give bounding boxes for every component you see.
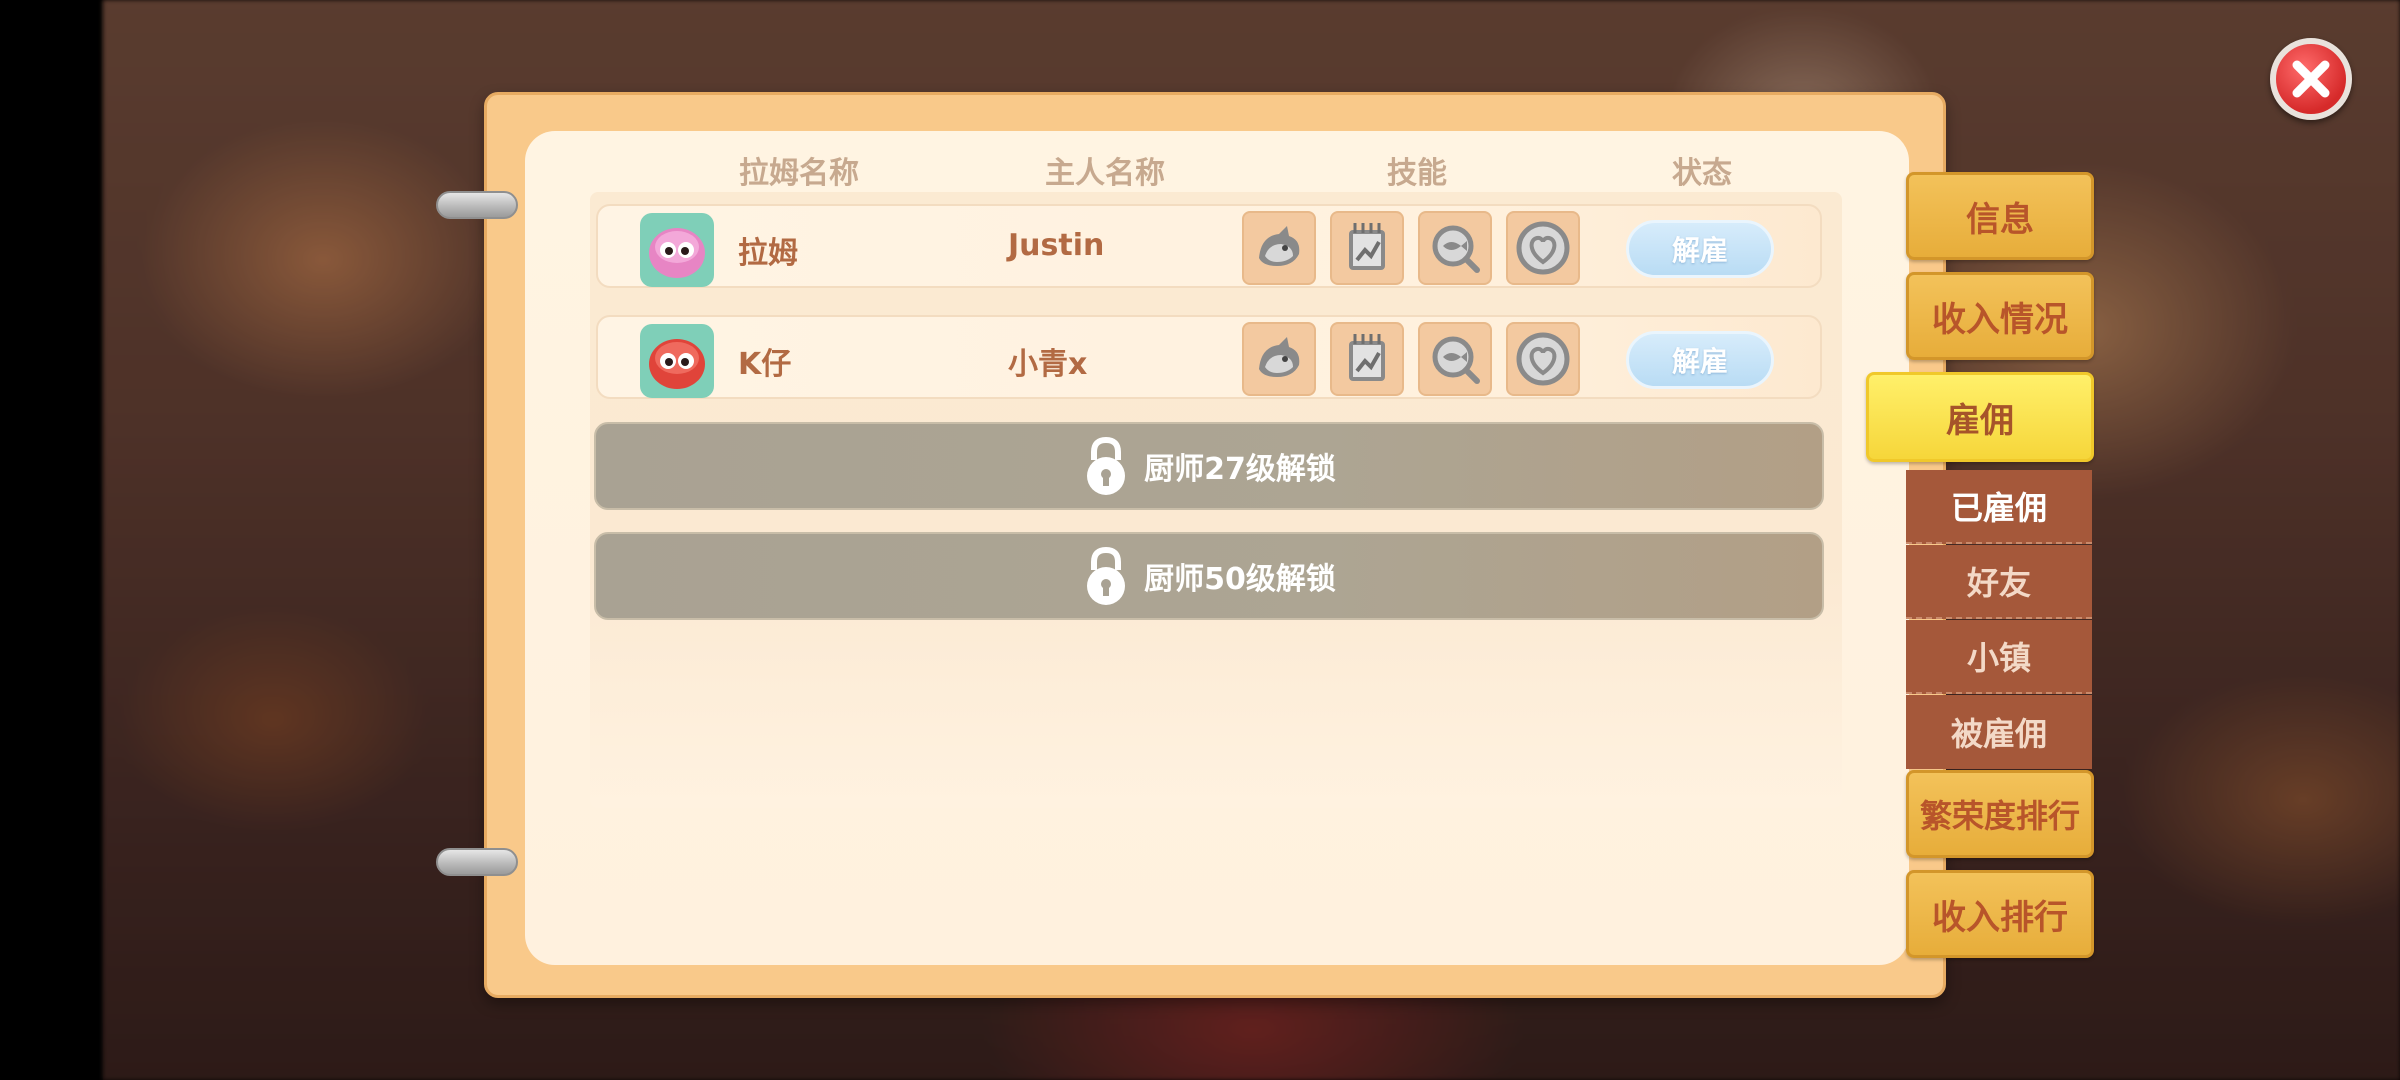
- tab-prosperity-ranking[interactable]: 繁荣度排行: [1906, 770, 2094, 858]
- owner-name: Justin: [1008, 228, 1105, 263]
- fire-button[interactable]: 解雇: [1626, 220, 1774, 278]
- skill-slot[interactable]: [1330, 211, 1404, 285]
- subtab-hired[interactable]: 已雇佣: [1906, 470, 2092, 544]
- header-skills: 技能: [1387, 156, 1447, 191]
- binder-ring-top: [436, 191, 518, 219]
- wolf-skill-icon: [1259, 226, 1300, 266]
- hired-pet-row: 拉姆 Justin 解雇: [596, 204, 1822, 288]
- fire-button[interactable]: 解雇: [1626, 331, 1774, 389]
- skill-slot[interactable]: [1242, 211, 1316, 285]
- subtab-friends[interactable]: 好友: [1906, 545, 2092, 619]
- heart-skill-icon: [1516, 221, 1570, 275]
- hired-pet-row: K仔 小青x 解雇: [596, 315, 1822, 399]
- header-owner-name: 主人名称: [1045, 156, 1165, 191]
- owner-name: 小青x: [1008, 347, 1088, 382]
- skill-slot[interactable]: [1242, 322, 1316, 396]
- lock-icon: [1087, 436, 1126, 495]
- pink-lamu-icon: [649, 228, 705, 278]
- wolf-skill-icon: [1259, 337, 1300, 377]
- binder-ring-bottom: [436, 848, 518, 876]
- pet-avatar[interactable]: [640, 213, 714, 287]
- skill-slot[interactable]: [1418, 211, 1492, 285]
- pet-name: K仔: [738, 347, 792, 382]
- fish-magnifier-skill-icon: [1432, 225, 1480, 273]
- header-pet-name: 拉姆名称: [739, 156, 859, 191]
- heart-skill-icon: [1516, 332, 1570, 386]
- tab-income[interactable]: 收入情况: [1906, 272, 2094, 360]
- locked-slot[interactable]: 厨师50级解锁: [594, 532, 1824, 620]
- subtab-being-hired[interactable]: 被雇佣: [1906, 695, 2092, 769]
- lock-icon: [1087, 546, 1126, 605]
- locked-slot[interactable]: 厨师27级解锁: [594, 422, 1824, 510]
- red-lamu-icon: [649, 339, 705, 389]
- locked-slot-label: 厨师27级解锁: [1144, 452, 1336, 487]
- skill-slot[interactable]: [1506, 211, 1580, 285]
- header-status: 状态: [1672, 156, 1732, 191]
- chart-notebook-skill-icon: [1349, 334, 1385, 381]
- locked-slot-label: 厨师50级解锁: [1144, 562, 1336, 597]
- subtab-town[interactable]: 小镇: [1906, 620, 2092, 694]
- tab-info[interactable]: 信息: [1906, 172, 2094, 260]
- chart-notebook-skill-icon: [1349, 223, 1385, 270]
- skill-slot[interactable]: [1506, 322, 1580, 396]
- pet-name: 拉姆: [738, 236, 798, 271]
- fish-magnifier-skill-icon: [1432, 336, 1480, 384]
- skill-slot[interactable]: [1418, 322, 1492, 396]
- tab-income-ranking[interactable]: 收入排行: [1906, 870, 2094, 958]
- close-button[interactable]: [2270, 38, 2352, 120]
- game-screen: 拉姆名称 主人名称 技能 状态 拉姆 Justin 解雇 K仔 小青x 解雇 厨…: [0, 0, 2400, 1080]
- tab-hire[interactable]: 雇佣: [1866, 372, 2094, 462]
- skill-slot[interactable]: [1330, 322, 1404, 396]
- pet-avatar[interactable]: [640, 324, 714, 398]
- close-icon: [2292, 60, 2330, 98]
